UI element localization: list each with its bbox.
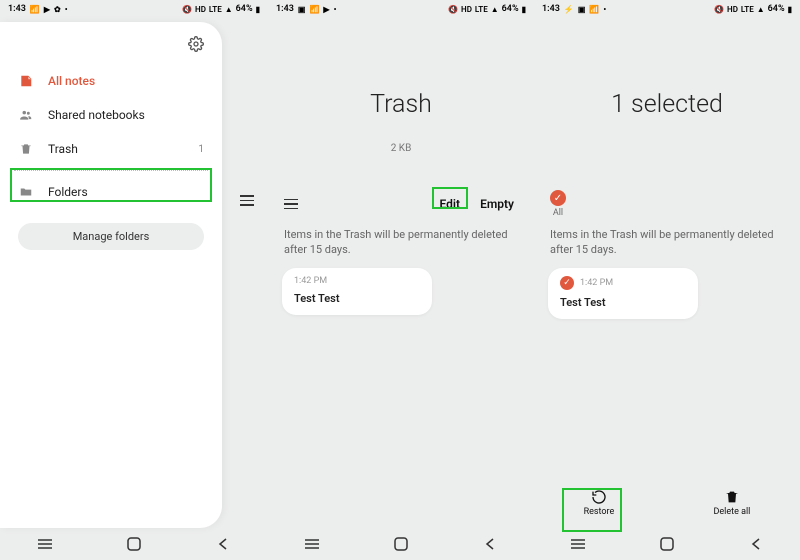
home-button[interactable]	[371, 537, 431, 551]
toolbar: Edit Empty	[268, 190, 534, 218]
play-icon: ▶	[323, 5, 329, 14]
dot-icon: •	[65, 5, 68, 14]
status-time: 1:43	[542, 4, 560, 14]
highlight-restore	[562, 488, 622, 532]
sidebar-item-label: Trash	[48, 142, 184, 156]
mute-icon: 🔇	[182, 5, 192, 14]
status-time: 1:43	[276, 4, 294, 14]
highlight-trash	[10, 168, 212, 202]
check-icon: ✓	[550, 190, 566, 206]
play-icon: ▶	[44, 5, 50, 14]
select-all-toggle[interactable]: ✓ All	[550, 190, 566, 218]
mute-icon: 🔇	[448, 5, 458, 14]
trash-icon	[724, 489, 740, 505]
sidebar-item-label: All notes	[48, 74, 204, 88]
note-title: Test Test	[294, 292, 420, 305]
page-title: 1 selected	[534, 90, 800, 119]
manage-folders-label: Manage folders	[73, 230, 150, 243]
wifi-icon: 📶	[309, 5, 319, 14]
wifi-icon: 📶	[30, 5, 40, 14]
signal-icon: ▲	[225, 5, 233, 14]
sidebar-item-shared[interactable]: Shared notebooks	[0, 98, 222, 132]
people-icon	[18, 107, 34, 123]
hd-icon: HD	[727, 5, 738, 14]
sidebar-item-label: Shared notebooks	[48, 108, 204, 122]
screen-3: 1:43 ⚡ ▣ 📶 • 🔇 HD LTE ▲ 64% ▮ 1 selected…	[534, 0, 800, 560]
status-bar: 1:43 ▣ 📶 ▶ • 🔇 HD LTE ▲ 64% ▮	[268, 0, 534, 18]
page-title: Trash	[268, 90, 534, 119]
menu-icon[interactable]	[284, 199, 298, 210]
wifi-icon: 📶	[589, 5, 599, 14]
check-icon: ✓	[560, 276, 574, 290]
sidebar-item-trash[interactable]: Trash 1	[0, 132, 222, 166]
recents-button[interactable]	[15, 539, 75, 549]
home-button[interactable]	[104, 537, 164, 551]
back-button[interactable]	[193, 538, 253, 550]
battery-text: 64%	[236, 4, 253, 14]
trash-info-text: Items in the Trash will be permanently d…	[284, 228, 518, 258]
note-timestamp: 1:42 PM	[580, 278, 613, 288]
home-button[interactable]	[637, 537, 697, 551]
net-icon: LTE	[209, 5, 222, 14]
battery-icon: ▮	[788, 5, 792, 14]
battery-text: 64%	[768, 4, 785, 14]
note-icon	[18, 73, 34, 89]
battery-icon: ▮	[522, 5, 526, 14]
status-time: 1:43	[8, 4, 26, 14]
note-card[interactable]: 1:42 PM Test Test	[282, 268, 432, 315]
note-card-selected[interactable]: ✓ 1:42 PM Test Test	[548, 268, 698, 319]
manage-folders-button[interactable]: Manage folders	[18, 223, 204, 250]
mute-icon: 🔇	[714, 5, 724, 14]
sidebar-drawer: All notes Shared notebooks Trash 1 Folde…	[0, 22, 222, 528]
back-button[interactable]	[726, 538, 786, 550]
sidebar-item-all-notes[interactable]: All notes	[0, 64, 222, 98]
image-icon: ▣	[578, 5, 586, 14]
net-icon: LTE	[475, 5, 488, 14]
dot-icon: •	[603, 5, 606, 14]
sidebar-item-count: 1	[198, 144, 204, 155]
sidebar-menu: All notes Shared notebooks Trash 1 Folde…	[0, 58, 222, 250]
note-timestamp: 1:42 PM	[294, 276, 420, 286]
signal-icon: ▲	[491, 5, 499, 14]
battery-icon: ▮	[256, 5, 260, 14]
trash-size: 2 KB	[268, 143, 534, 154]
hd-icon: HD	[195, 5, 206, 14]
screen-2: 1:43 ▣ 📶 ▶ • 🔇 HD LTE ▲ 64% ▮ Trash 2 KB…	[268, 0, 534, 560]
android-navbar	[534, 528, 800, 560]
bolt-icon: ⚡	[564, 5, 574, 14]
recents-button[interactable]	[548, 539, 608, 549]
hd-icon: HD	[461, 5, 472, 14]
battery-text: 64%	[502, 4, 519, 14]
highlight-edit	[432, 187, 468, 209]
dot-icon: •	[334, 5, 337, 14]
status-bar: 1:43 ⚡ ▣ 📶 • 🔇 HD LTE ▲ 64% ▮	[534, 0, 800, 18]
android-navbar	[0, 528, 268, 560]
trash-info-text: Items in the Trash will be permanently d…	[550, 228, 784, 258]
select-all-label: All	[553, 208, 563, 218]
recents-button[interactable]	[282, 539, 342, 549]
screen-1: 1:43 📶 ▶ ✿ • 🔇 HD LTE ▲ 64% ▮	[0, 0, 268, 560]
trash-icon	[18, 141, 34, 157]
delete-all-label: Delete all	[714, 507, 751, 517]
net-icon: LTE	[741, 5, 754, 14]
note-title: Test Test	[560, 296, 686, 309]
status-bar: 1:43 📶 ▶ ✿ • 🔇 HD LTE ▲ 64% ▮	[0, 0, 268, 18]
drawer-handle-icon[interactable]	[240, 195, 254, 206]
android-navbar	[268, 528, 534, 560]
empty-button[interactable]: Empty	[476, 195, 518, 213]
back-button[interactable]	[460, 538, 520, 550]
signal-icon: ▲	[757, 5, 765, 14]
settings-icon[interactable]	[188, 36, 204, 52]
gear-mini-icon: ✿	[54, 5, 61, 14]
delete-all-button[interactable]: Delete all	[714, 489, 751, 517]
image-icon: ▣	[298, 5, 306, 14]
